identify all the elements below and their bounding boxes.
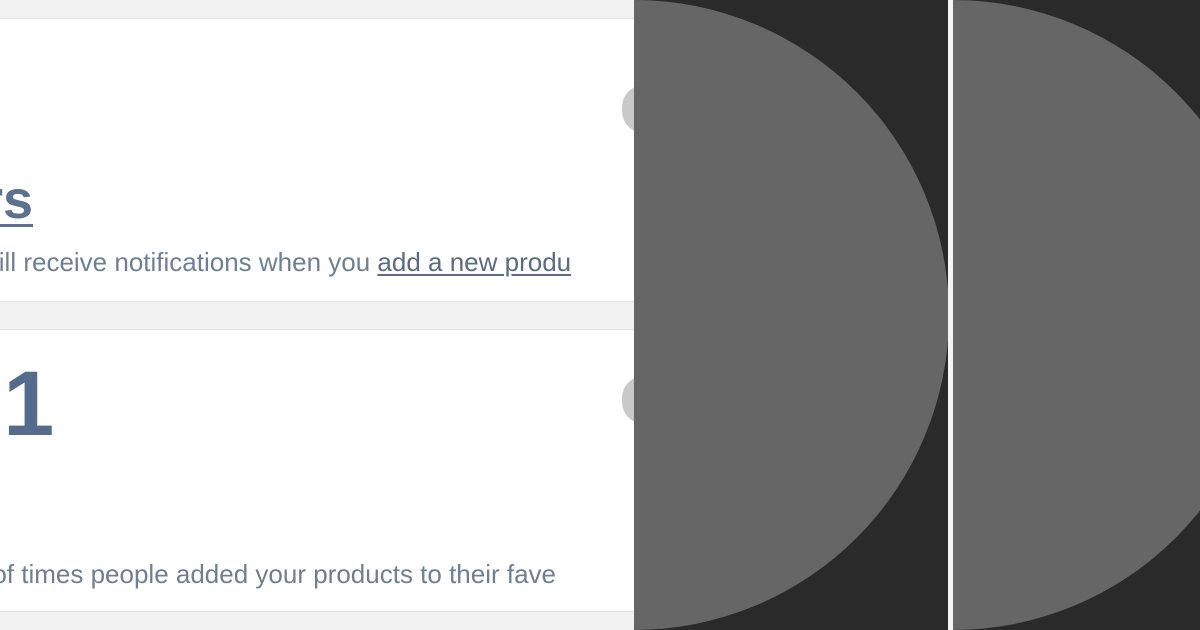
stats-panel: wers will receive notifications when you… bbox=[0, 0, 634, 630]
followers-description: will receive notifications when you add … bbox=[0, 247, 571, 278]
page: wers will receive notifications when you… bbox=[0, 0, 1200, 630]
followers-title-link[interactable]: wers bbox=[0, 169, 33, 231]
favorites-description: er of times people added your products t… bbox=[0, 559, 557, 589]
avatar-icon bbox=[622, 85, 634, 133]
preview-thumbnail-1[interactable] bbox=[634, 0, 948, 630]
preview-thumbnail-2[interactable] bbox=[953, 0, 1200, 630]
followers-description-text: will receive notifications when you bbox=[0, 247, 378, 277]
favorites-count: 01 bbox=[0, 353, 55, 455]
preview-shape-1 bbox=[634, 0, 948, 630]
heart-icon bbox=[622, 376, 634, 424]
add-new-product-link[interactable]: add a new produ bbox=[377, 247, 571, 277]
followers-card: wers will receive notifications when you… bbox=[0, 18, 634, 302]
preview-shape-2 bbox=[953, 0, 1200, 630]
favorites-card: 01 ites er of times people added your pr… bbox=[0, 329, 634, 612]
